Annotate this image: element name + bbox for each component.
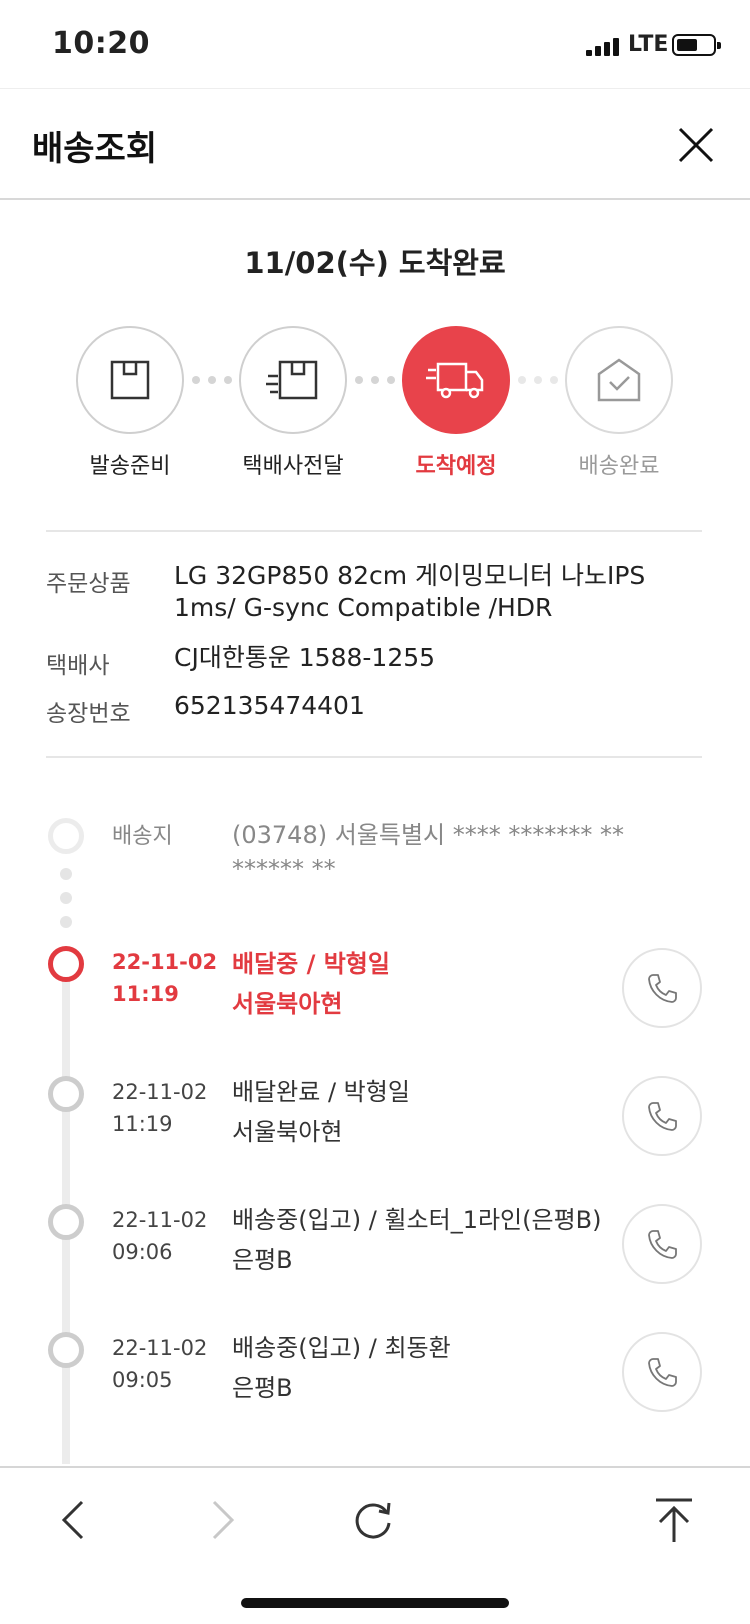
event-description: 배송중(입고) / 최동환 은평B bbox=[232, 1328, 451, 1408]
step-label: 배송완료 bbox=[578, 454, 660, 479]
origin-label: 배송지 bbox=[112, 824, 173, 849]
timeline-marker-active bbox=[48, 946, 84, 982]
phone-icon bbox=[648, 974, 677, 1003]
page-title: 배송조회 bbox=[32, 129, 158, 169]
event-description: 배송중(입고) / 휠소터_1라인(은평B) 은평B bbox=[232, 1200, 602, 1280]
timeline-dot bbox=[60, 892, 72, 904]
invoice-label: 송장번호 bbox=[46, 701, 131, 727]
call-button[interactable] bbox=[622, 1204, 702, 1284]
chevron-right-icon bbox=[212, 1500, 235, 1540]
event-datetime: 22-11-02 11:19 bbox=[112, 946, 217, 1010]
event-time: 11:19 bbox=[112, 1112, 173, 1136]
event-date: 22-11-02 bbox=[112, 950, 218, 974]
step-handover bbox=[239, 326, 347, 434]
home-indicator bbox=[241, 1598, 509, 1608]
arrow-up-icon bbox=[656, 1498, 692, 1542]
courier-value: CJ대한통운 1588-1255 bbox=[174, 643, 436, 672]
divider bbox=[46, 756, 702, 758]
product-label: 주문상품 bbox=[46, 571, 131, 597]
scroll-top-button[interactable] bbox=[644, 1490, 704, 1550]
event-location: 은평B bbox=[232, 1374, 293, 1402]
step-label: 도착예정 bbox=[415, 454, 497, 479]
status-bar: 10:20 LTE bbox=[0, 0, 750, 88]
origin-address-line1: (03748) 서울특별시 **** ******* ** bbox=[232, 821, 624, 849]
arrival-title: 11/02(수) 도착완료 bbox=[244, 246, 506, 280]
event-location: 서울북아현 bbox=[232, 1118, 343, 1146]
back-button[interactable] bbox=[44, 1490, 104, 1550]
page-header: 배송조회 bbox=[0, 88, 750, 200]
event-date: 22-11-02 bbox=[112, 1080, 208, 1104]
step-connector bbox=[355, 376, 395, 384]
call-button[interactable] bbox=[622, 1332, 702, 1412]
step-connector bbox=[192, 376, 232, 384]
timeline-origin-marker bbox=[48, 818, 84, 854]
step-delivered bbox=[565, 326, 673, 434]
event-status: 배달중 / 박형일 bbox=[232, 950, 390, 978]
step-label: 발송준비 bbox=[89, 454, 171, 479]
courier-label: 택배사 bbox=[46, 653, 110, 679]
product-name-line2: 1ms/ G-sync Compatible /HDR bbox=[174, 593, 553, 622]
phone-icon bbox=[648, 1358, 677, 1387]
status-time: 10:20 bbox=[52, 26, 150, 61]
product-value: LG 32GP850 82cm 게이밍모니터 나노IPS 1ms/ G-sync… bbox=[174, 560, 645, 624]
event-status: 배송중(입고) / 최동환 bbox=[232, 1334, 451, 1362]
close-button[interactable] bbox=[672, 121, 720, 169]
timeline-marker bbox=[48, 1204, 84, 1240]
origin-address-line2: ****** ** bbox=[232, 855, 336, 883]
house-check-icon bbox=[597, 358, 641, 402]
event-time: 09:06 bbox=[112, 1240, 173, 1264]
timeline-dot bbox=[60, 916, 72, 928]
call-button[interactable] bbox=[622, 1076, 702, 1156]
event-location: 서울북아현 bbox=[232, 990, 343, 1018]
reload-button[interactable] bbox=[344, 1490, 404, 1550]
event-datetime: 22-11-02 09:06 bbox=[112, 1204, 207, 1268]
divider bbox=[46, 530, 702, 532]
origin-address: (03748) 서울특별시 **** ******* ** ****** ** bbox=[232, 818, 624, 886]
battery-icon bbox=[672, 34, 721, 56]
step-prepare bbox=[76, 326, 184, 434]
step-connector bbox=[518, 376, 558, 384]
event-datetime: 22-11-02 09:05 bbox=[112, 1332, 207, 1396]
event-description: 배달중 / 박형일 서울북아현 bbox=[232, 944, 390, 1024]
signal-icon bbox=[586, 36, 622, 56]
event-time: 09:05 bbox=[112, 1368, 173, 1392]
browser-toolbar bbox=[0, 1466, 750, 1624]
box-icon bbox=[110, 360, 150, 400]
close-icon bbox=[678, 127, 714, 163]
event-status: 배달완료 / 박형일 bbox=[232, 1078, 410, 1106]
event-date: 22-11-02 bbox=[112, 1208, 208, 1232]
event-location: 은평B bbox=[232, 1246, 293, 1274]
timeline-marker bbox=[48, 1076, 84, 1112]
timeline-marker bbox=[48, 1332, 84, 1368]
truck-icon bbox=[426, 362, 484, 399]
event-status: 배송중(입고) / 휠소터_1라인(은평B) bbox=[232, 1206, 602, 1234]
event-time: 11:19 bbox=[112, 982, 179, 1006]
product-name-line1: LG 32GP850 82cm 게이밍모니터 나노IPS bbox=[174, 561, 646, 590]
network-type: LTE bbox=[628, 32, 669, 57]
invoice-number: 652135474401 bbox=[174, 691, 365, 720]
event-description: 배달완료 / 박형일 서울북아현 bbox=[232, 1072, 410, 1152]
reload-icon bbox=[355, 1502, 391, 1539]
chevron-left-icon bbox=[61, 1500, 84, 1540]
event-datetime: 22-11-02 11:19 bbox=[112, 1076, 207, 1140]
step-label: 택배사전달 bbox=[242, 454, 344, 479]
phone-icon bbox=[648, 1102, 677, 1131]
timeline-dot bbox=[60, 868, 72, 880]
forward-button[interactable] bbox=[192, 1490, 252, 1550]
call-button[interactable] bbox=[622, 948, 702, 1028]
step-arriving bbox=[402, 326, 510, 434]
fast-box-icon bbox=[266, 360, 318, 400]
event-date: 22-11-02 bbox=[112, 1336, 208, 1360]
phone-icon bbox=[648, 1230, 677, 1259]
